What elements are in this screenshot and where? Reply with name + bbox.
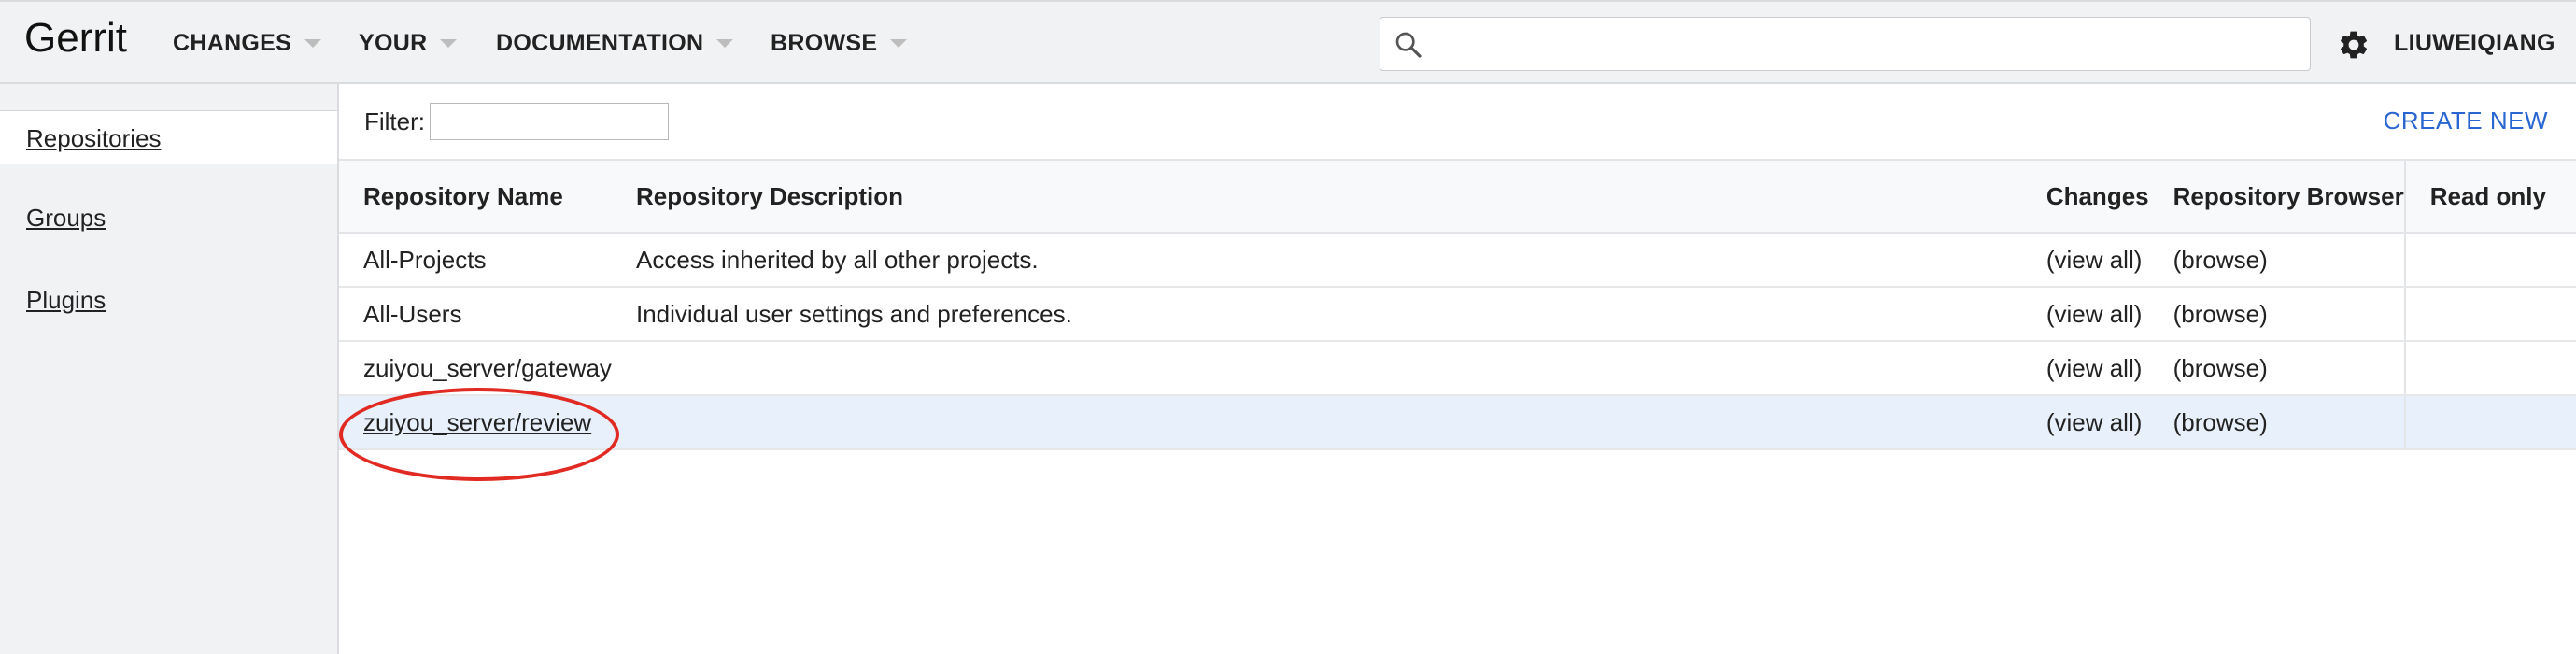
table-header-row: Repository Name Repository Description C… [339, 159, 2576, 234]
search-icon [1394, 30, 1423, 64]
search-box[interactable] [1380, 17, 2311, 71]
repositories-table: Repository Name Repository Description C… [339, 159, 2576, 450]
view-all-changes-link[interactable]: (view all) [2046, 246, 2143, 274]
nav-browse-menu[interactable]: BROWSE [771, 30, 908, 57]
filter-label: Filter: [364, 107, 425, 135]
nav-documentation-label: DOCUMENTATION [496, 30, 704, 56]
column-header-repository-name: Repository Name [339, 159, 612, 234]
repositories-panel: Filter: CREATE NEW Repository Name Repos… [339, 84, 2576, 654]
table-row: All-Users Individual user settings and p… [339, 287, 2576, 342]
nav-documentation-menu[interactable]: DOCUMENTATION [496, 30, 734, 57]
chevron-down-icon [716, 39, 734, 48]
repository-description: Individual user settings and preferences… [611, 287, 2022, 342]
table-row-selected: zuiyou_server/review (view all) (browse) [339, 395, 2576, 450]
chevron-down-icon [890, 39, 908, 48]
repository-description [611, 341, 2022, 396]
column-header-repository-description: Repository Description [611, 159, 2022, 234]
read-only-cell [2403, 233, 2576, 288]
create-new-button[interactable]: CREATE NEW [2384, 107, 2548, 135]
view-all-changes-link[interactable]: (view all) [2046, 408, 2143, 436]
sidebar-item-plugins[interactable]: Plugins [0, 273, 337, 327]
nav-changes-label: CHANGES [173, 30, 292, 56]
read-only-cell [2403, 287, 2576, 342]
sidebar-item-groups[interactable]: Groups [0, 191, 337, 245]
gerrit-logo[interactable]: Gerrit [24, 15, 127, 62]
table-row: All-Projects Access inherited by all oth… [339, 233, 2576, 288]
search-input[interactable] [1438, 25, 2301, 64]
admin-sidebar: Repositories Groups Plugins [0, 84, 339, 654]
column-header-read-only: Read only [2403, 159, 2576, 234]
user-account-menu[interactable]: LIUWEIQIANG [2394, 30, 2555, 57]
chevron-down-icon [440, 39, 458, 48]
browse-link[interactable]: (browse) [2173, 246, 2268, 274]
filter-input[interactable] [430, 103, 669, 140]
chevron-down-icon [304, 39, 322, 48]
repository-name-link[interactable]: All-Projects [363, 246, 486, 274]
column-header-changes: Changes [2021, 159, 2149, 234]
read-only-cell [2403, 395, 2576, 450]
browse-link[interactable]: (browse) [2173, 408, 2268, 436]
column-header-repository-browser: Repository Browser [2148, 159, 2405, 234]
view-all-changes-link[interactable]: (view all) [2046, 300, 2143, 328]
nav-your-label: YOUR [359, 30, 428, 56]
view-all-changes-link[interactable]: (view all) [2046, 354, 2143, 382]
repository-name-link[interactable]: All-Users [363, 300, 461, 328]
table-row: zuiyou_server/gateway (view all) (browse… [339, 341, 2576, 396]
nav-your-menu[interactable]: YOUR [359, 30, 458, 57]
browse-link[interactable]: (browse) [2173, 300, 2268, 328]
repository-description [611, 395, 2022, 450]
repository-name-link[interactable]: zuiyou_server/review [363, 408, 591, 436]
read-only-cell [2403, 341, 2576, 396]
browse-link[interactable]: (browse) [2173, 354, 2268, 382]
top-header: Gerrit CHANGES YOUR DOCUMENTATION BROWSE… [0, 0, 2576, 84]
repository-name-link[interactable]: zuiyou_server/gateway [363, 354, 612, 382]
nav-changes-menu[interactable]: CHANGES [173, 30, 322, 57]
sidebar-item-repositories[interactable]: Repositories [0, 110, 337, 164]
nav-browse-label: BROWSE [771, 30, 878, 56]
repository-description: Access inherited by all other projects. [611, 233, 2022, 288]
gear-icon[interactable] [2337, 28, 2371, 66]
